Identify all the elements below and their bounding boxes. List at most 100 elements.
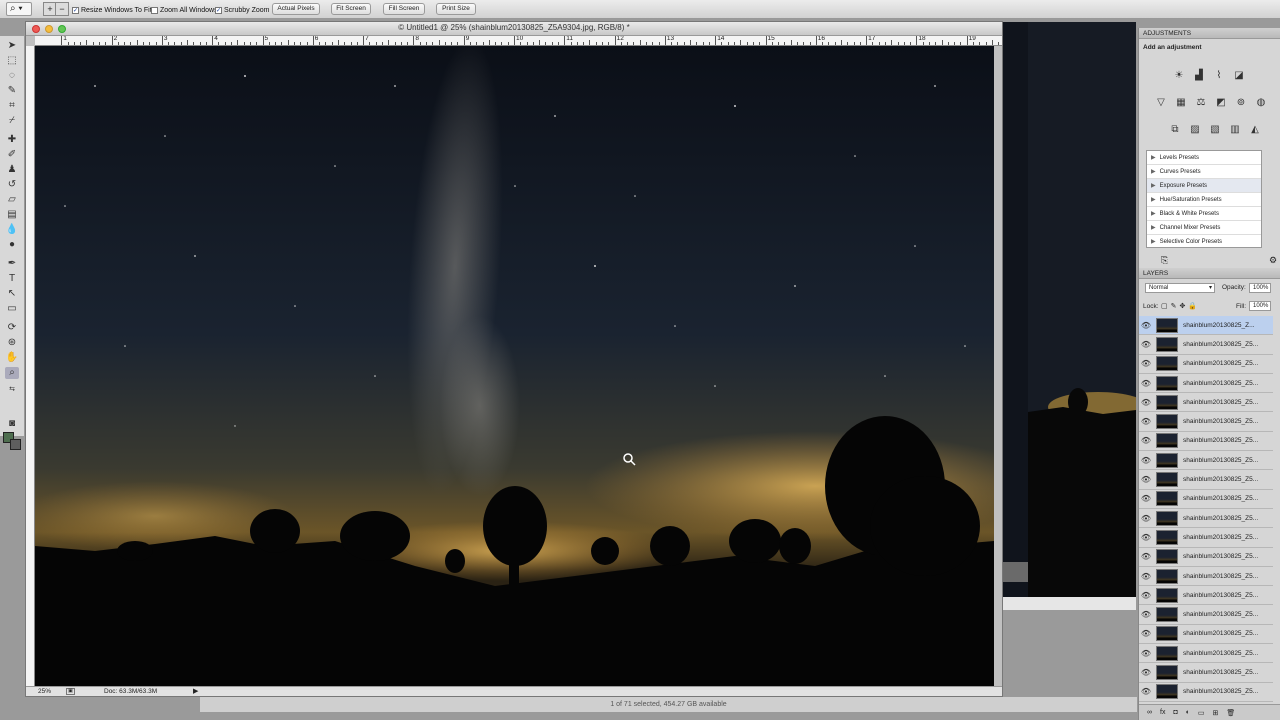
move-tool-icon[interactable]: ➤ xyxy=(5,40,19,52)
layers-list[interactable]: 👁 shainblum20130825_Z... 👁 shainblum2013082… xyxy=(1139,316,1273,704)
layer-row[interactable]: 👁 shainblum20130825_Z5... xyxy=(1139,431,1273,452)
black-white-icon[interactable]: ◩ xyxy=(1215,97,1227,108)
eye-icon[interactable]: 👁 xyxy=(1139,610,1153,619)
channel-mixer-icon[interactable]: ◍ xyxy=(1255,97,1267,108)
preset-item-channel-mixer[interactable]: ▶ Channel Mixer Presets xyxy=(1147,221,1261,235)
gradient-map-icon[interactable]: ▥ xyxy=(1229,124,1241,135)
clone-stamp-tool-icon[interactable]: ♟ xyxy=(5,164,19,176)
adjustments-panel-tab[interactable]: ADJUSTMENTS xyxy=(1139,28,1280,39)
layer-row[interactable]: 👁 shainblum20130825_Z5... xyxy=(1139,682,1273,702)
eye-icon[interactable]: 👁 xyxy=(1139,417,1153,426)
blur-tool-icon[interactable]: 💧 xyxy=(5,224,19,236)
eye-icon[interactable]: 👁 xyxy=(1139,649,1153,658)
fill-screen-button[interactable]: Fill Screen xyxy=(383,3,425,15)
layer-row[interactable]: 👁 shainblum20130825_Z5... xyxy=(1139,605,1273,625)
eye-icon[interactable]: 👁 xyxy=(1139,572,1153,581)
eye-icon[interactable]: 👁 xyxy=(1139,514,1153,523)
eye-icon[interactable]: 👁 xyxy=(1139,398,1153,407)
quick-select-tool-icon[interactable]: ✎ xyxy=(5,85,19,97)
opacity-input[interactable]: 100% xyxy=(1249,283,1271,293)
add-mask-icon[interactable]: ◘ xyxy=(1173,709,1177,716)
lock-transparency-icon[interactable]: ▢ xyxy=(1161,302,1168,310)
lock-pixels-icon[interactable]: ✎ xyxy=(1171,302,1177,310)
status-export-icon[interactable]: ▣ xyxy=(66,688,75,695)
layer-row[interactable]: 👁 shainblum20130825_Z5... xyxy=(1139,586,1273,606)
quick-mask-icon[interactable]: ◙ xyxy=(5,418,19,430)
actual-pixels-button[interactable]: Actual Pixels xyxy=(272,3,320,15)
blend-mode-select[interactable]: Normal ▾ xyxy=(1145,283,1215,293)
pen-tool-icon[interactable]: ✒ xyxy=(5,258,19,270)
layer-row[interactable]: 👁 shainblum20130825_Z5... xyxy=(1139,489,1273,509)
brightness-contrast-icon[interactable]: ☀ xyxy=(1173,70,1185,81)
eye-icon[interactable]: 👁 xyxy=(1139,687,1153,696)
layer-row[interactable]: 👁 shainblum20130825_Z5... xyxy=(1139,644,1273,664)
eye-icon[interactable]: 👁 xyxy=(1139,552,1153,561)
selective-color-icon[interactable]: ◭ xyxy=(1249,124,1261,135)
adjustment-layer-icon[interactable]: ◐ xyxy=(1186,709,1190,716)
preset-item-exposure[interactable]: ▶ Exposure Presets xyxy=(1147,179,1261,193)
layer-row[interactable]: 👁 shainblum20130825_Z5... xyxy=(1139,393,1273,413)
vertical-ruler[interactable] xyxy=(26,46,35,686)
eye-icon[interactable]: 👁 xyxy=(1139,359,1153,368)
layer-row[interactable]: 👁 shainblum20130825_Z5... xyxy=(1139,412,1273,432)
color-balance-icon[interactable]: ⚖ xyxy=(1195,97,1207,108)
lasso-tool-icon[interactable]: ◌ xyxy=(5,70,19,82)
tool-preset-picker[interactable]: ⌕ ▾ xyxy=(6,2,32,16)
levels-icon[interactable]: ▟ xyxy=(1193,70,1205,81)
threshold-icon[interactable]: ▧ xyxy=(1209,124,1221,135)
eye-icon[interactable]: 👁 xyxy=(1139,533,1153,542)
eye-icon[interactable]: 👁 xyxy=(1139,494,1153,503)
swap-colors-icon[interactable]: ⇆ xyxy=(5,384,19,396)
marquee-tool-icon[interactable]: ⬚ xyxy=(5,55,19,67)
healing-brush-tool-icon[interactable]: ✚ xyxy=(5,134,19,146)
layer-row[interactable]: 👁 shainblum20130825_Z5... xyxy=(1139,566,1273,587)
hue-saturation-icon[interactable]: ▦ xyxy=(1175,97,1187,108)
3d-orbit-tool-icon[interactable]: ⊛ xyxy=(5,337,19,349)
adjustments-panel-menu-icon[interactable]: ⚙ xyxy=(1269,255,1277,266)
horizontal-ruler[interactable]: 1 2 3 4 5 6 7 8 9 10 11 12 13 14 15 16 17 18 19 xyxy=(35,36,1002,46)
print-size-button[interactable]: Print Size xyxy=(436,3,476,15)
preset-item-hue-saturation[interactable]: ▶ Hue/Saturation Presets xyxy=(1147,193,1261,207)
layers-panel-tab[interactable]: LAYERS xyxy=(1139,268,1280,279)
eye-icon[interactable]: 👁 xyxy=(1139,668,1153,677)
eye-icon[interactable]: 👁 xyxy=(1139,436,1153,445)
brush-tool-icon[interactable]: ✐ xyxy=(5,149,19,161)
eye-icon[interactable]: 👁 xyxy=(1139,321,1153,330)
lock-position-icon[interactable]: ✥ xyxy=(1180,302,1186,310)
link-layers-icon[interactable]: ∞ xyxy=(1147,709,1152,716)
preset-item-black-white[interactable]: ▶ Black & White Presets xyxy=(1147,207,1261,221)
zoom-tool-icon[interactable]: ⌕ xyxy=(5,367,19,379)
gradient-tool-icon[interactable]: ▤ xyxy=(5,209,19,221)
zoom-level-readout[interactable]: 25% xyxy=(38,687,51,696)
eye-icon[interactable]: 👁 xyxy=(1139,379,1153,388)
layer-row[interactable]: 👁 shainblum20130825_Z5... xyxy=(1139,663,1273,683)
layer-row[interactable]: 👁 shainblum20130825_Z5... xyxy=(1139,373,1273,394)
status-menu-arrow-icon[interactable]: ▶ xyxy=(193,687,198,696)
new-layer-icon[interactable]: ⊞ xyxy=(1213,709,1219,717)
zoom-all-windows-checkbox[interactable]: Zoom All Windows xyxy=(151,4,218,16)
exposure-icon[interactable]: ◪ xyxy=(1233,70,1245,81)
preset-item-selective-color[interactable]: ▶ Selective Color Presets xyxy=(1147,235,1261,249)
photo-filter-icon[interactable]: ⊚ xyxy=(1235,97,1247,108)
fit-screen-button[interactable]: Fit Screen xyxy=(331,3,371,15)
eye-icon[interactable]: 👁 xyxy=(1139,629,1153,638)
eraser-tool-icon[interactable]: ▱ xyxy=(5,194,19,206)
layer-row[interactable]: 👁 shainblum20130825_Z5... xyxy=(1139,528,1273,548)
preset-item-curves[interactable]: ▶ Curves Presets xyxy=(1147,165,1261,179)
trash-icon[interactable]: 🗑 xyxy=(1226,709,1235,717)
type-tool-icon[interactable]: T xyxy=(5,273,19,285)
eye-icon[interactable]: 👁 xyxy=(1139,456,1153,465)
layer-style-icon[interactable]: fx xyxy=(1160,709,1165,716)
background-color-swatch[interactable] xyxy=(10,439,21,450)
layer-row[interactable]: 👁 shainblum20130825_Z5... xyxy=(1139,509,1273,529)
layer-row[interactable]: 👁 shainblum20130825_Z5... xyxy=(1139,354,1273,374)
image-canvas[interactable] xyxy=(35,46,994,686)
path-selection-tool-icon[interactable]: ↖ xyxy=(5,288,19,300)
eye-icon[interactable]: 👁 xyxy=(1139,591,1153,600)
eye-icon[interactable]: 👁 xyxy=(1139,340,1153,349)
layer-row[interactable]: 👁 shainblum20130825_Z5... xyxy=(1139,451,1273,471)
eye-icon[interactable]: 👁 xyxy=(1139,475,1153,484)
resize-windows-checkbox[interactable]: ✓ Resize Windows To Fit xyxy=(72,4,152,16)
preset-item-levels[interactable]: ▶ Levels Presets xyxy=(1147,151,1261,165)
zoom-out-icon[interactable]: − xyxy=(55,2,69,16)
